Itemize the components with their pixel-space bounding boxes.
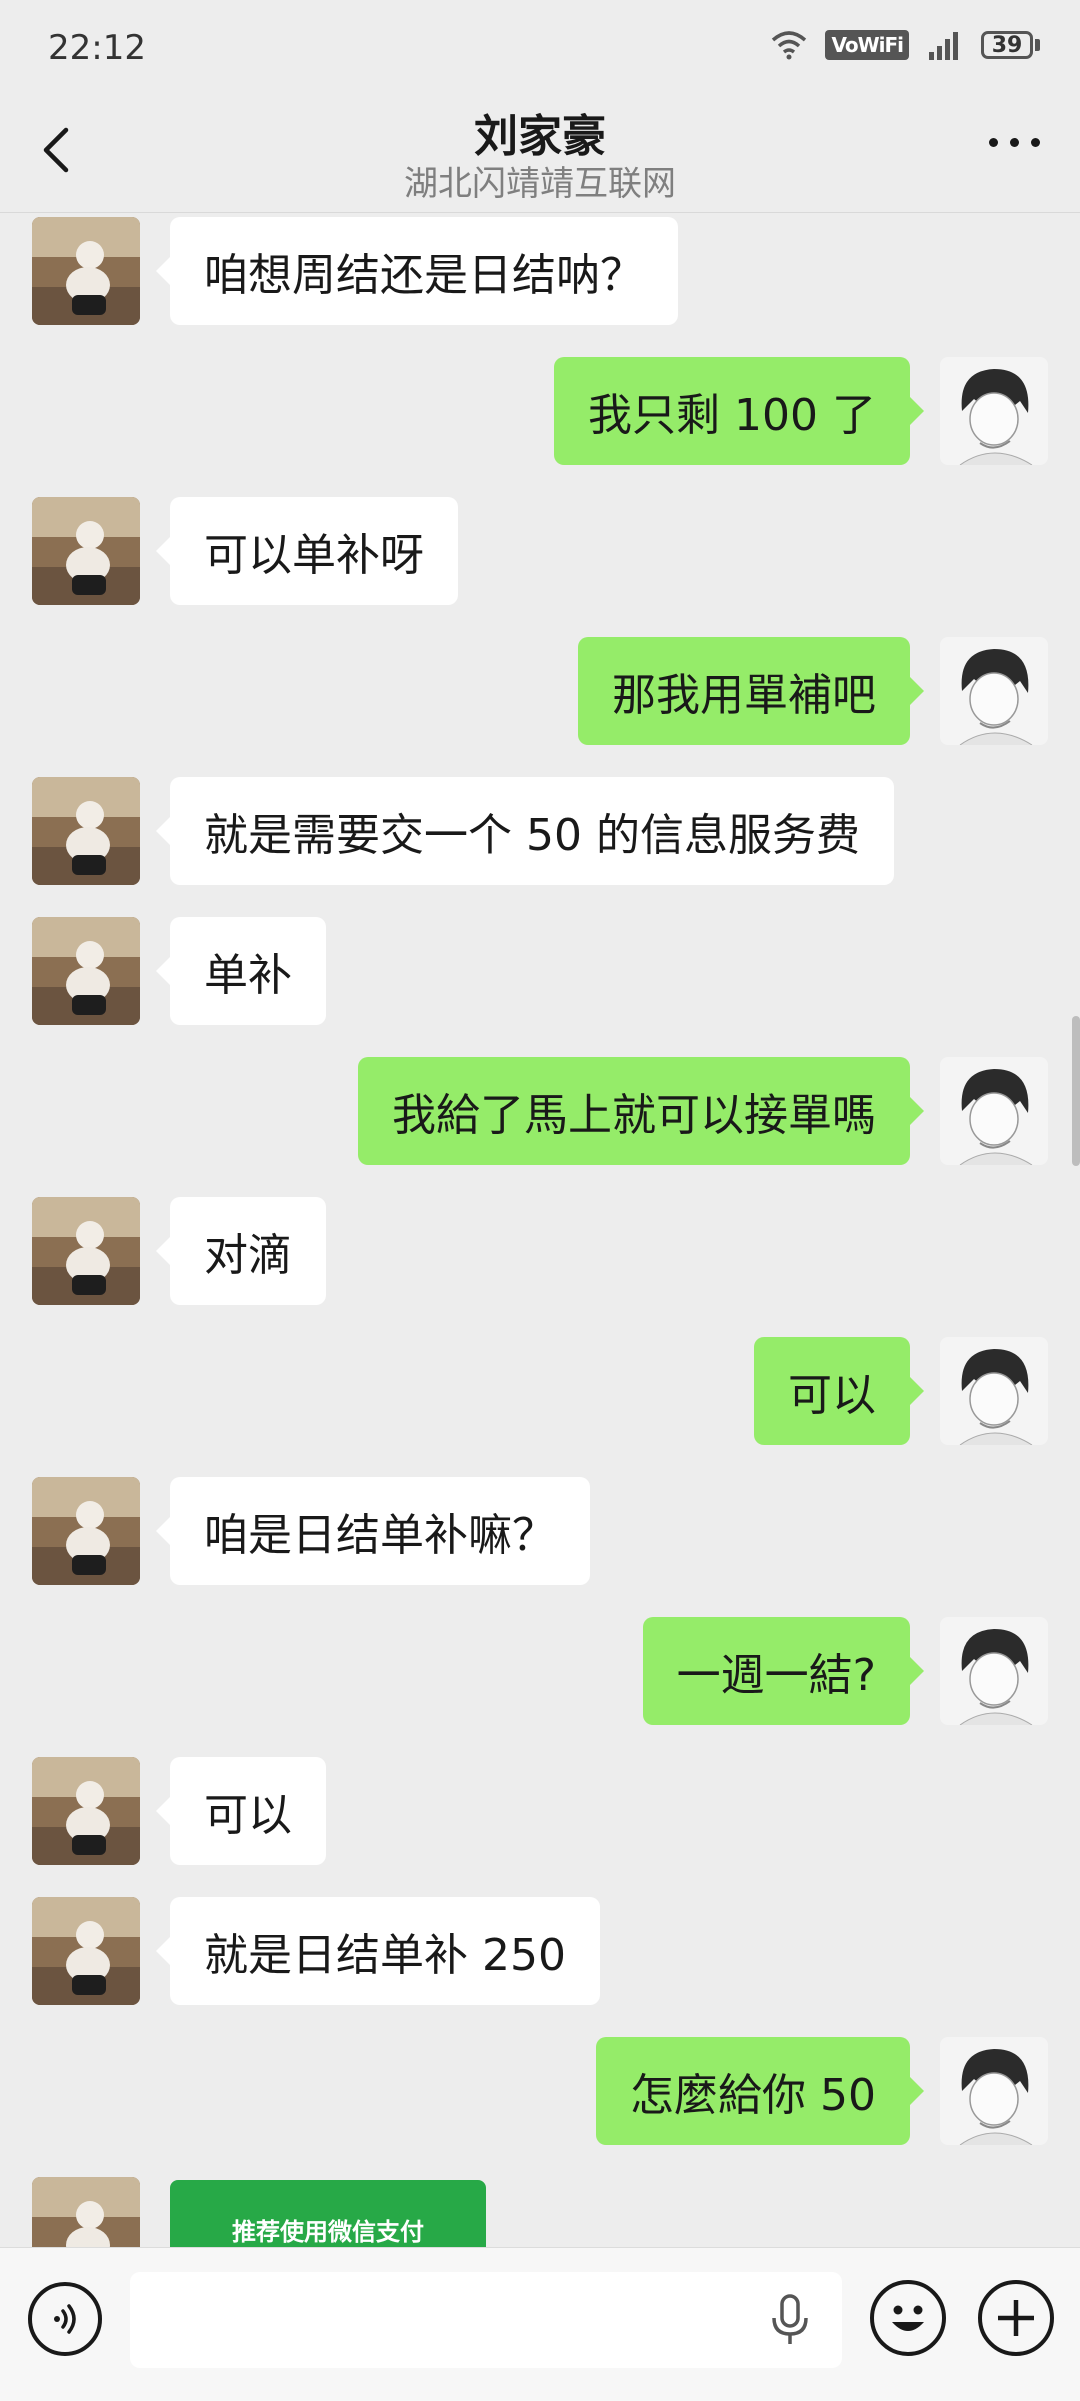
message-outgoing: 我只剩 100 了 xyxy=(0,357,1080,465)
contact-avatar[interactable] xyxy=(32,217,140,325)
message-input[interactable] xyxy=(130,2272,842,2368)
self-avatar[interactable] xyxy=(940,1057,1048,1165)
more-options-icon[interactable] xyxy=(989,138,1040,147)
vowifi-badge: VoWiFi xyxy=(825,30,909,60)
contact-avatar[interactable] xyxy=(32,1197,140,1305)
self-avatar[interactable] xyxy=(940,357,1048,465)
message-bubble[interactable]: 怎麼給你 50 xyxy=(596,2037,924,2145)
message-incoming: 就是日结单补 250 xyxy=(0,1897,1080,2005)
message-outgoing: 怎麼給你 50 xyxy=(0,2037,1080,2145)
contact-avatar[interactable] xyxy=(32,1897,140,2005)
self-avatar[interactable] xyxy=(940,2037,1048,2145)
message-incoming: 咱是日结单补嘛？ xyxy=(0,1477,1080,1585)
message-bubble[interactable]: 那我用單補吧 xyxy=(578,637,924,745)
signal-icon xyxy=(927,30,963,60)
voice-mode-button[interactable] xyxy=(28,2282,102,2356)
message-bubble[interactable]: 咱是日结单补嘛？ xyxy=(156,1477,590,1585)
contact-avatar[interactable] xyxy=(32,1477,140,1585)
scrollbar[interactable] xyxy=(1072,1016,1080,1166)
message-incoming: 就是需要交一个 50 的信息服务费 xyxy=(0,777,1080,885)
chat-messages[interactable]: 咱想周结还是日结呐？ 我只剩 100 了 可以单补呀 那我用單補吧 就是需要交一… xyxy=(0,213,1080,2247)
message-incoming: 单补 xyxy=(0,917,1080,1025)
self-avatar[interactable] xyxy=(940,637,1048,745)
message-incoming: 咱想周结还是日结呐？ xyxy=(0,217,1080,325)
contact-avatar[interactable] xyxy=(32,497,140,605)
message-bubble[interactable]: 可以 xyxy=(754,1337,924,1445)
status-bar: 22:12 VoWiFi 39 xyxy=(0,0,1080,100)
message-outgoing: 可以 xyxy=(0,1337,1080,1445)
input-bar xyxy=(0,2247,1080,2401)
contact-avatar[interactable] xyxy=(32,1757,140,1865)
self-avatar[interactable] xyxy=(940,1617,1048,1725)
status-time: 22:12 xyxy=(48,28,146,68)
plus-icon[interactable] xyxy=(978,2280,1054,2356)
status-icons: VoWiFi 39 xyxy=(771,30,1040,60)
message-bubble[interactable]: 对滴 xyxy=(156,1197,326,1305)
contact-avatar[interactable] xyxy=(32,777,140,885)
message-bubble[interactable]: 我只剩 100 了 xyxy=(554,357,924,465)
battery-tip xyxy=(1035,39,1040,51)
message-incoming: 对滴 xyxy=(0,1197,1080,1305)
battery-icon: 39 xyxy=(981,31,1040,59)
wifi-icon xyxy=(771,30,807,60)
message-bubble[interactable]: 就是需要交一个 50 的信息服务费 xyxy=(156,777,894,885)
microphone-icon[interactable] xyxy=(770,2294,810,2350)
contact-avatar[interactable] xyxy=(32,2177,140,2247)
message-outgoing: 一週一結? xyxy=(0,1617,1080,1725)
message-bubble[interactable]: 就是日结单补 250 xyxy=(156,1897,600,2005)
message-outgoing: 那我用單補吧 xyxy=(0,637,1080,745)
message-bubble[interactable]: 咱想周结还是日结呐？ xyxy=(156,217,678,325)
message-bubble[interactable]: 单补 xyxy=(156,917,326,1025)
battery-level: 39 xyxy=(981,31,1033,59)
message-bubble[interactable]: 我給了馬上就可以接單嗎 xyxy=(358,1057,924,1165)
message-outgoing: 我給了馬上就可以接單嗎 xyxy=(0,1057,1080,1165)
message-incoming xyxy=(0,2177,1080,2247)
emoji-button[interactable] xyxy=(870,2280,946,2356)
message-bubble[interactable]: 可以 xyxy=(156,1757,326,1865)
message-bubble[interactable]: 一週一結? xyxy=(642,1617,925,1725)
chat-subtitle: 湖北闪靖靖互联网 xyxy=(404,164,676,204)
message-incoming: 可以单补呀 xyxy=(0,497,1080,605)
contact-avatar[interactable] xyxy=(32,917,140,1025)
message-bubble[interactable]: 可以单补呀 xyxy=(156,497,458,605)
chat-title: 刘家豪 xyxy=(474,111,606,162)
self-avatar[interactable] xyxy=(940,1337,1048,1445)
chat-header: 刘家豪 湖北闪靖靖互联网 xyxy=(0,100,1080,212)
message-incoming: 可以 xyxy=(0,1757,1080,1865)
